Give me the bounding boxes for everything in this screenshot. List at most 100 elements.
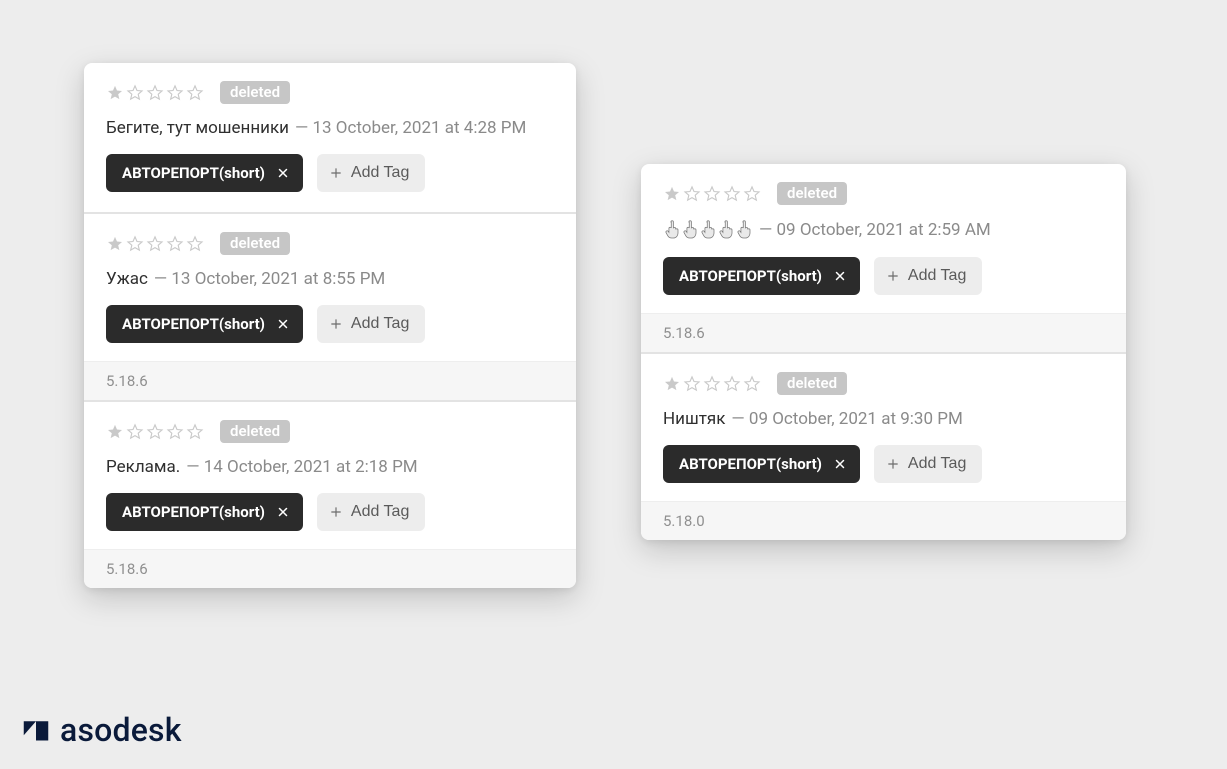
tag-pill: АВТОРЕПОРТ(short) [106, 154, 303, 192]
plus-icon [329, 317, 343, 331]
star-icon [126, 423, 144, 441]
add-tag-button[interactable]: Add Tag [317, 154, 425, 192]
tag-pill: АВТОРЕПОРТ(short) [663, 445, 860, 483]
star-icon [186, 84, 204, 102]
star-icon [703, 185, 721, 203]
status-badge: deleted [220, 232, 290, 255]
middle-finger-icon [699, 219, 717, 241]
star-icon [663, 375, 681, 393]
tag-label: АВТОРЕПОРТ(short) [122, 315, 265, 333]
close-icon [834, 458, 846, 470]
review-card: deleted Ништяк — 09 October, 2021 at 9:3… [641, 352, 1126, 540]
status-badge: deleted [220, 420, 290, 443]
tag-pill: АВТОРЕПОРТ(short) [663, 257, 860, 295]
star-icon [146, 235, 164, 253]
add-tag-label: Add Tag [351, 164, 409, 182]
review-title-row: Бегите, тут мошенники — 13 October, 2021… [106, 118, 554, 138]
tag-pill: АВТОРЕПОРТ(short) [106, 305, 303, 343]
review-header: deleted [106, 232, 554, 255]
star-icon [106, 84, 124, 102]
review-header: deleted [106, 420, 554, 443]
star-icon [663, 185, 681, 203]
review-date: — 14 October, 2021 at 2:18 PM [186, 457, 417, 477]
tag-label: АВТОРЕПОРТ(short) [679, 267, 822, 285]
star-icon [683, 375, 701, 393]
star-icon [683, 185, 701, 203]
star-icon [126, 84, 144, 102]
star-icon [743, 185, 761, 203]
tag-remove-button[interactable] [832, 268, 848, 284]
tag-row: АВТОРЕПОРТ(short) Add Tag [106, 493, 554, 531]
brand-logo: asodesk [22, 711, 182, 749]
reviews-panel-right: deleted — 09 October, 2021 at 2:59 AM АВ… [641, 164, 1126, 540]
rating-stars [663, 375, 761, 393]
version-label: 5.18.6 [641, 313, 1126, 352]
star-icon [703, 375, 721, 393]
rating-stars [663, 185, 761, 203]
review-card: deleted Бегите, тут мошенники — 13 Octob… [84, 63, 576, 212]
version-label: 5.18.6 [84, 549, 576, 588]
add-tag-label: Add Tag [351, 315, 409, 333]
review-title-row: Ужас — 13 October, 2021 at 8:55 PM [106, 269, 554, 289]
rating-stars [106, 84, 204, 102]
review-title: Ништяк [663, 409, 725, 429]
add-tag-button[interactable]: Add Tag [874, 445, 982, 483]
tag-row: АВТОРЕПОРТ(short) Add Tag [106, 154, 554, 192]
middle-finger-icon [663, 219, 681, 241]
tag-row: АВТОРЕПОРТ(short) Add Tag [663, 257, 1104, 295]
star-icon [146, 84, 164, 102]
review-title-row: — 09 October, 2021 at 2:59 AM [663, 219, 1104, 241]
review-header: deleted [663, 182, 1104, 205]
middle-finger-icon [681, 219, 699, 241]
add-tag-label: Add Tag [908, 267, 966, 285]
star-icon [106, 423, 124, 441]
add-tag-label: Add Tag [351, 503, 409, 521]
add-tag-button[interactable]: Add Tag [317, 493, 425, 531]
review-card: deleted Ужас — 13 October, 2021 at 8:55 … [84, 212, 576, 400]
tag-remove-button[interactable] [832, 456, 848, 472]
tag-pill: АВТОРЕПОРТ(short) [106, 493, 303, 531]
star-icon [186, 423, 204, 441]
tag-remove-button[interactable] [275, 316, 291, 332]
star-icon [126, 235, 144, 253]
review-date: — 09 October, 2021 at 9:30 PM [731, 409, 962, 429]
review-title-emoji [663, 219, 753, 241]
version-label: 5.18.0 [641, 501, 1126, 540]
review-title-row: Ништяк — 09 October, 2021 at 9:30 PM [663, 409, 1104, 429]
add-tag-button[interactable]: Add Tag [317, 305, 425, 343]
close-icon [834, 270, 846, 282]
review-header: deleted [663, 372, 1104, 395]
middle-finger-icon [735, 219, 753, 241]
rating-stars [106, 423, 204, 441]
brand-mark-icon [22, 716, 50, 744]
star-icon [166, 423, 184, 441]
review-date: — 09 October, 2021 at 2:59 AM [759, 220, 991, 240]
review-card: deleted — 09 October, 2021 at 2:59 AM АВ… [641, 164, 1126, 352]
middle-finger-icon [717, 219, 735, 241]
plus-icon [886, 269, 900, 283]
review-date: — 13 October, 2021 at 8:55 PM [154, 269, 385, 289]
add-tag-label: Add Tag [908, 455, 966, 473]
star-icon [106, 235, 124, 253]
star-icon [166, 84, 184, 102]
add-tag-button[interactable]: Add Tag [874, 257, 982, 295]
tag-label: АВТОРЕПОРТ(short) [679, 455, 822, 473]
star-icon [166, 235, 184, 253]
close-icon [277, 318, 289, 330]
tag-row: АВТОРЕПОРТ(short) Add Tag [106, 305, 554, 343]
plus-icon [329, 166, 343, 180]
rating-stars [106, 235, 204, 253]
tag-remove-button[interactable] [275, 504, 291, 520]
review-title-row: Реклама. — 14 October, 2021 at 2:18 PM [106, 457, 554, 477]
review-title: Реклама. [106, 457, 180, 477]
plus-icon [886, 457, 900, 471]
tag-remove-button[interactable] [275, 165, 291, 181]
star-icon [723, 375, 741, 393]
review-card: deleted Реклама. — 14 October, 2021 at 2… [84, 400, 576, 588]
reviews-panel-left: deleted Бегите, тут мошенники — 13 Octob… [84, 63, 576, 588]
status-badge: deleted [777, 372, 847, 395]
tag-row: АВТОРЕПОРТ(short) Add Tag [663, 445, 1104, 483]
star-icon [723, 185, 741, 203]
status-badge: deleted [777, 182, 847, 205]
close-icon [277, 506, 289, 518]
